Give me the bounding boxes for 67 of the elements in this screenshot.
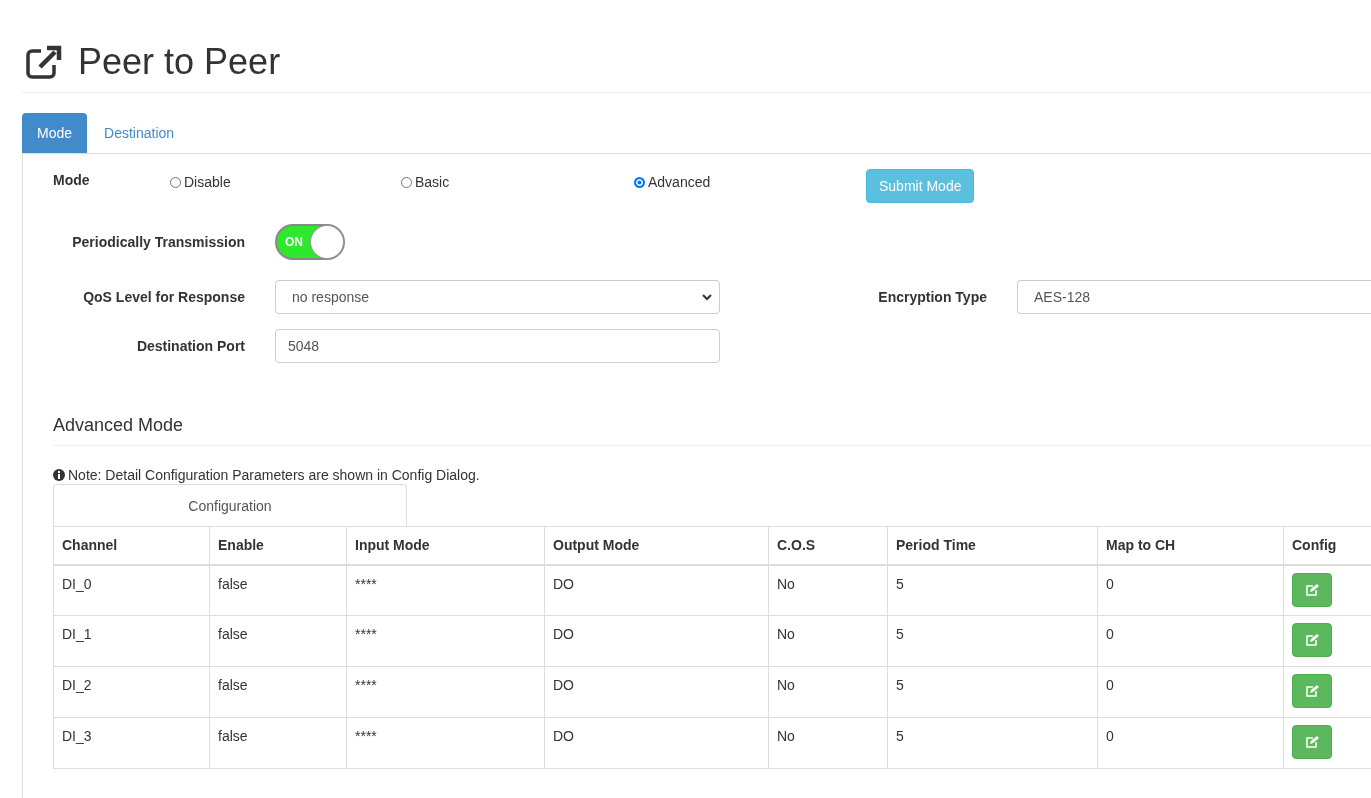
- table-cell: ****: [346, 615, 545, 667]
- table-cell: 0: [1097, 564, 1284, 616]
- table-cell: No: [768, 615, 888, 667]
- table-cell: false: [209, 564, 347, 616]
- table-cell: No: [768, 666, 888, 718]
- destination-port-field[interactable]: 5048: [275, 329, 720, 363]
- column-header: Output Mode: [544, 526, 769, 565]
- field-label: QoS Level for Response: [82, 289, 245, 305]
- table-cell: ****: [346, 717, 545, 769]
- encryption-field[interactable]: AES-128: [1017, 280, 1371, 314]
- table-cell: DI_2: [53, 666, 210, 718]
- column-header: Period Time: [887, 526, 1098, 565]
- tab[interactable]: Mode: [22, 113, 88, 153]
- table-cell: 5: [887, 615, 1098, 667]
- radio-button[interactable]: [401, 176, 412, 188]
- table-cell: false: [209, 666, 347, 718]
- qos-select[interactable]: no response: [275, 280, 720, 314]
- radio-button[interactable]: [170, 176, 181, 188]
- table-cell: 0: [1097, 666, 1284, 718]
- edit-icon: [1305, 685, 1319, 697]
- table-cell: 0: [1097, 615, 1284, 667]
- column-header: Config: [1283, 526, 1371, 565]
- column-header: Map to CH: [1097, 526, 1284, 565]
- radio-label: Advanced: [648, 173, 711, 191]
- edit-button[interactable]: [1292, 725, 1332, 759]
- chevron-down-icon: [701, 293, 713, 301]
- edit-button[interactable]: [1292, 623, 1332, 657]
- column-header: C.O.S: [768, 526, 888, 565]
- table-cell: 0: [1097, 717, 1284, 769]
- table-cell: 5: [887, 564, 1098, 616]
- table-cell: ****: [346, 666, 545, 718]
- edit-icon: [1305, 736, 1319, 748]
- note-text: Note: Detail Configuration Parameters are shown in Config Dialog.: [68, 467, 480, 483]
- radio-button[interactable]: [634, 176, 645, 188]
- table-cell: 5: [887, 666, 1098, 718]
- field-label: Encryption Type: [877, 289, 987, 305]
- radio-label: Disable: [184, 173, 231, 191]
- edit-icon: [1305, 583, 1319, 596]
- field-label: Destination Port: [135, 338, 245, 354]
- radio-label: Basic: [415, 173, 450, 191]
- column-header: Channel: [53, 526, 210, 565]
- configuration-tab[interactable]: Configuration: [53, 484, 407, 526]
- info-icon: [53, 469, 65, 481]
- tab[interactable]: Destination: [89, 113, 190, 153]
- page-title: Peer to Peer: [78, 42, 281, 82]
- mode-label: Mode: [53, 172, 91, 188]
- table-cell: DO: [544, 564, 769, 616]
- column-header: Input Mode: [346, 526, 545, 565]
- table-cell: ****: [346, 564, 545, 616]
- table-cell: DI_0: [53, 564, 210, 616]
- table-cell: DI_3: [53, 717, 210, 769]
- edit-icon: [1305, 634, 1319, 646]
- table-cell: No: [768, 717, 888, 769]
- edit-button[interactable]: [1292, 674, 1332, 708]
- column-header: Enable: [209, 526, 347, 565]
- table-cell: false: [209, 717, 347, 769]
- table-cell: 5: [887, 717, 1098, 769]
- section-heading: Advanced Mode: [53, 415, 1371, 446]
- table-cell: false: [209, 615, 347, 667]
- table-cell: DO: [544, 615, 769, 667]
- table-cell: DO: [544, 666, 769, 718]
- field-label: Periodically Transmission: [71, 234, 245, 250]
- table-cell: DO: [544, 717, 769, 769]
- table-cell: No: [768, 564, 888, 616]
- edit-button[interactable]: [1292, 572, 1332, 607]
- table-cell: DI_1: [53, 615, 210, 667]
- external-link-icon: [26, 45, 62, 79]
